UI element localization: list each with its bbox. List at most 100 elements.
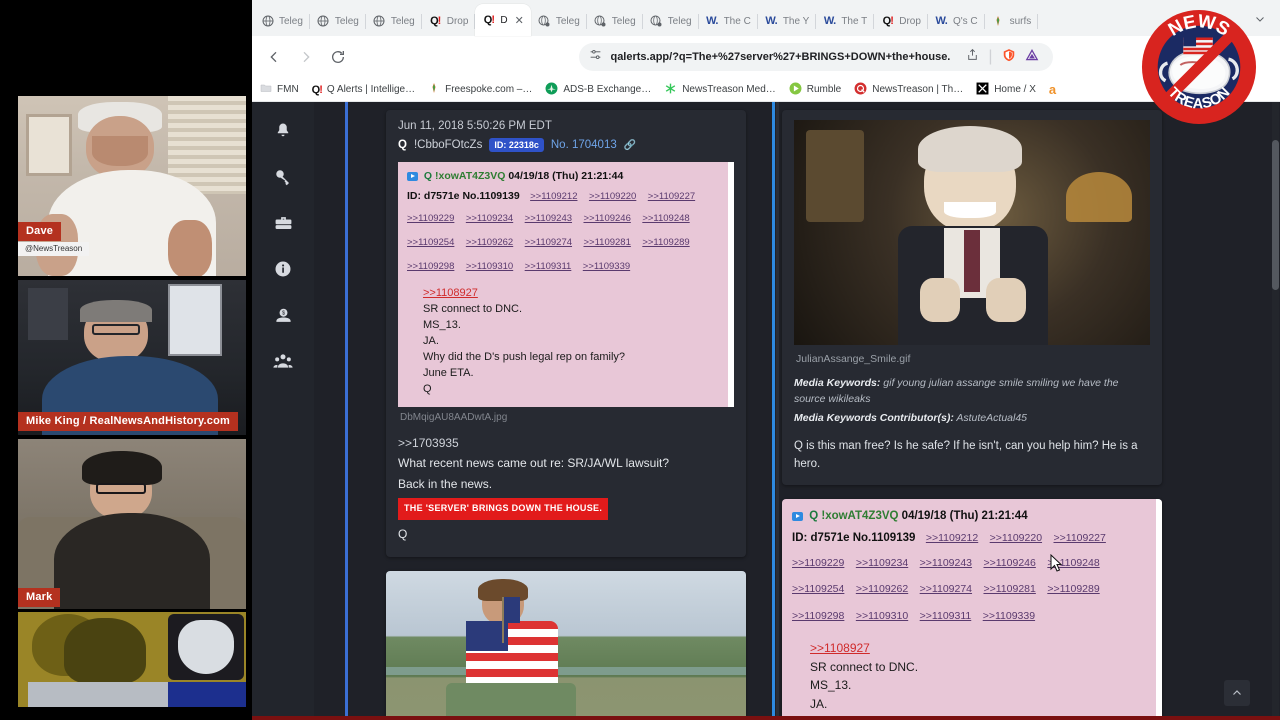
money-bag-icon[interactable]: $ (272, 304, 294, 326)
bookmark-item[interactable]: Q! Q Alerts | Intellige… (312, 84, 415, 96)
bookmark-item[interactable]: ADS-B Exchange… (545, 82, 651, 98)
reply-link[interactable]: >>1109254 (407, 237, 454, 248)
tab-strip: Teleg Teleg Teleg Q! Drop Q! D ✕ Teleg T… (252, 0, 1280, 36)
reply-link[interactable]: >>1109227 (1054, 532, 1106, 544)
url-text[interactable]: qalerts.app/?q=The+%27server%27+BRINGS+D… (610, 51, 950, 63)
browser-tab[interactable]: Q! Drop (874, 6, 928, 36)
bookmark-item[interactable]: NewsTreason | Th… (854, 82, 963, 98)
browser-tab[interactable]: Teleg (531, 6, 587, 36)
video-thumb-icon[interactable] (407, 171, 418, 181)
share-icon[interactable] (966, 48, 979, 66)
back-button[interactable] (260, 43, 288, 71)
bookmark-item[interactable]: a (1049, 82, 1061, 97)
reply-link[interactable]: >>1109234 (856, 557, 908, 569)
reply-link[interactable]: >>1109246 (583, 213, 630, 224)
reply-link[interactable]: >>1109243 (920, 557, 972, 569)
bookmark-item[interactable]: FMN (260, 82, 299, 97)
reply-link[interactable]: >>1109339 (983, 610, 1035, 622)
browser-tab[interactable]: Teleg (587, 6, 643, 36)
browser-tab[interactable]: W. Q's C (928, 6, 985, 36)
briefcase-icon[interactable] (272, 212, 294, 234)
browser-tab[interactable]: Teleg (254, 6, 310, 36)
bookmark-label: Q Alerts | Intellige… (326, 84, 416, 95)
quoted-body-line: MS_13. (810, 678, 852, 693)
reply-link[interactable]: >>1109289 (642, 237, 689, 248)
bookmark-item[interactable]: Home / X (976, 82, 1036, 98)
forward-button[interactable] (292, 43, 320, 71)
video-thumb-icon[interactable] (792, 511, 803, 521)
reply-link[interactable]: >>1109262 (856, 583, 908, 595)
reload-button[interactable] (324, 43, 352, 71)
browser-tab[interactable]: W. The C (699, 6, 759, 36)
reply-link[interactable]: >>1109229 (792, 557, 844, 569)
bookmark-item[interactable]: Rumble (789, 82, 841, 98)
reply-link[interactable]: >>1109254 (792, 583, 844, 595)
w-icon: W. (823, 15, 836, 27)
qalerts-sidebar: $ (252, 102, 314, 720)
reply-link[interactable]: >>1109298 (792, 610, 844, 622)
reply-link[interactable]: >>1109229 (407, 213, 454, 224)
reply-link[interactable]: >>1109310 (466, 261, 513, 272)
post-photo-card[interactable] (386, 570, 746, 720)
post-body-ref[interactable]: >>1703935 (398, 433, 734, 453)
reply-link[interactable]: >>1109220 (990, 532, 1042, 544)
bookmark-label: NewsTreason Med… (682, 84, 776, 95)
reply-link[interactable]: >>1109246 (983, 557, 1035, 569)
brave-shields-icon[interactable] (1002, 48, 1016, 67)
media-keywords-label: Media Keywords: (794, 377, 881, 389)
link-icon[interactable]: 🔗 (624, 140, 636, 151)
reply-link[interactable]: >>1109243 (525, 213, 572, 224)
browser-tab[interactable]: W. The T (816, 6, 875, 36)
scroll-to-top-button[interactable] (1224, 680, 1250, 706)
folder-icon (260, 82, 272, 97)
reply-link[interactable]: >>1109227 (648, 191, 695, 202)
address-bar[interactable]: qalerts.app/?q=The+%27server%27+BRINGS+D… (579, 43, 1053, 71)
tab-label: Teleg (667, 15, 692, 27)
triangle-extension-icon[interactable] (1025, 48, 1039, 67)
person-hand-right (168, 220, 212, 276)
browser-tab-active[interactable]: Q! D ✕ (475, 4, 531, 36)
people-group-icon[interactable] (272, 350, 294, 372)
participant-tile-mark[interactable]: Mark (18, 439, 246, 609)
bell-icon[interactable] (272, 120, 294, 142)
browser-tab[interactable]: Teleg (643, 6, 699, 36)
media-card: JulianAssange_Smile.gif Media Keywords: … (782, 110, 1162, 486)
participant-tile-graphic[interactable] (18, 612, 246, 707)
reply-link[interactable]: >>1109311 (920, 610, 972, 622)
reply-link[interactable]: >>1109339 (583, 261, 630, 272)
browser-tab[interactable]: surfs (985, 6, 1039, 36)
reply-link[interactable]: >>1109212 (530, 191, 577, 202)
reply-link[interactable]: >>1109274 (920, 583, 972, 595)
quoted-body-ref[interactable]: >>1108927 (810, 641, 870, 655)
reply-link[interactable]: >>1109281 (583, 237, 630, 248)
close-icon[interactable]: ✕ (515, 14, 524, 27)
reply-link[interactable]: >>1109311 (525, 261, 572, 272)
browser-tab[interactable]: Teleg (310, 6, 366, 36)
reply-link[interactable]: >>1109234 (466, 213, 513, 224)
post-number[interactable]: No. 1704013 (551, 139, 617, 151)
participant-tile-dave[interactable]: Dave @NewsTreason (18, 96, 246, 276)
reply-link[interactable]: >>1109262 (466, 237, 513, 248)
page-scrollbar-thumb[interactable] (1272, 140, 1279, 290)
bookmark-item[interactable]: NewsTreason Med… (664, 82, 776, 98)
reply-link[interactable]: >>1109248 (642, 213, 689, 224)
bookmark-item[interactable]: Freespoke.com –… (428, 82, 532, 97)
reply-link[interactable]: >>1109212 (926, 532, 978, 544)
quoted-author: Q (423, 170, 433, 182)
browser-tab[interactable]: Q! Drop (422, 6, 476, 36)
participant-tile-mike[interactable]: Mike King / RealNewsAndHistory.com (18, 280, 246, 435)
info-icon[interactable] (272, 258, 294, 280)
reply-link[interactable]: >>1109220 (589, 191, 636, 202)
reply-link[interactable]: >>1109289 (1047, 583, 1099, 595)
reply-link[interactable]: >>1109281 (983, 583, 1035, 595)
person-hair (82, 451, 162, 485)
reply-link[interactable]: >>1109274 (525, 237, 572, 248)
media-preview-gif[interactable] (794, 120, 1150, 345)
reply-link[interactable]: >>1109310 (856, 610, 908, 622)
key-icon[interactable] (272, 166, 294, 188)
browser-tab[interactable]: Teleg (366, 6, 422, 36)
tune-icon[interactable] (589, 48, 602, 66)
browser-tab[interactable]: W. The Y (758, 6, 817, 36)
quoted-body-ref[interactable]: >>1108927 (423, 287, 478, 299)
reply-link[interactable]: >>1109298 (407, 261, 454, 272)
